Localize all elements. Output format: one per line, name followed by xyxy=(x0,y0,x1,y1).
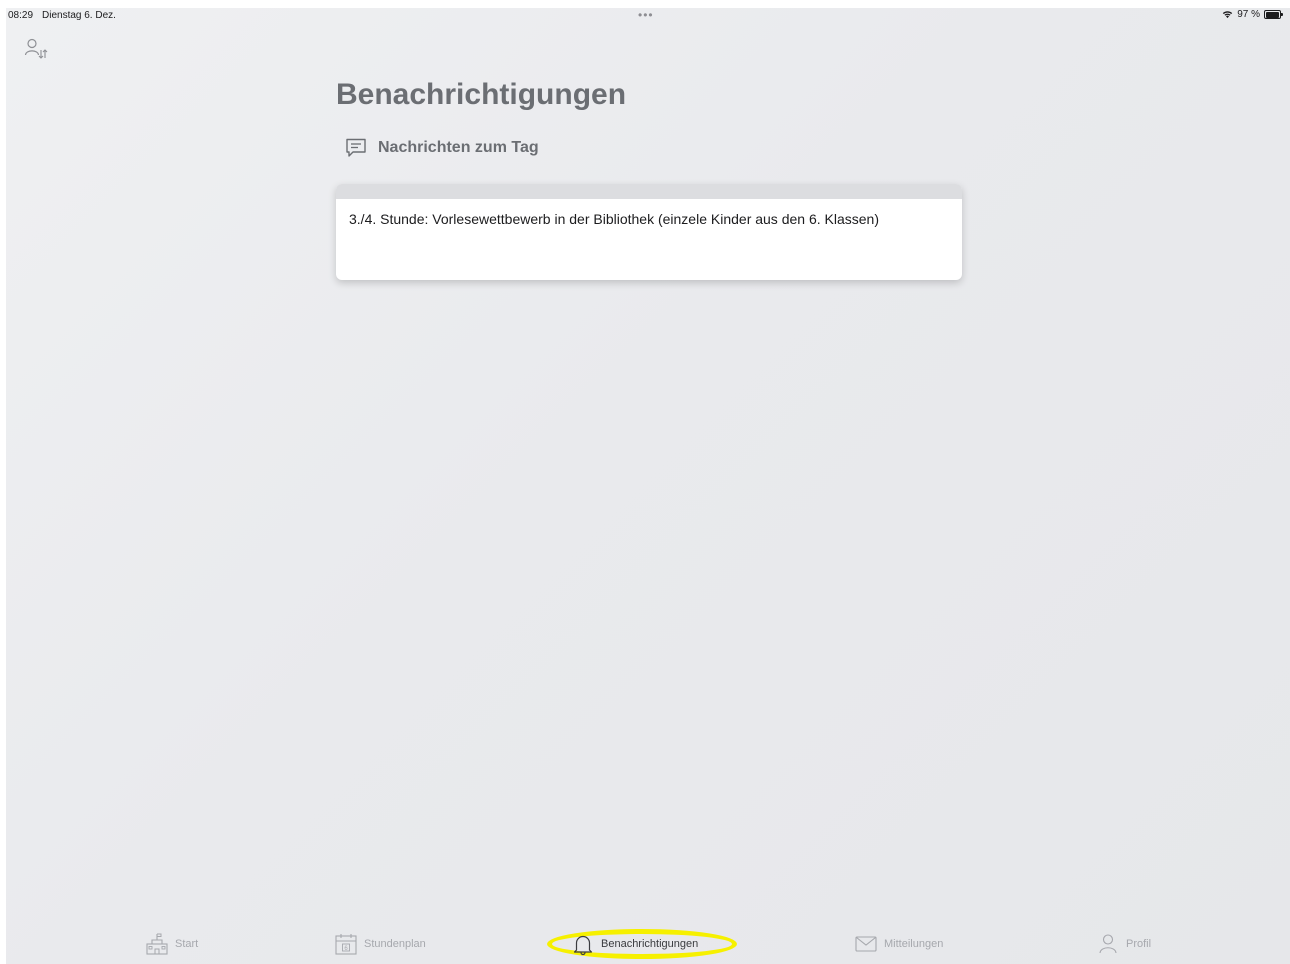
wifi-icon xyxy=(1223,11,1233,19)
app-screen: 08:29 Dienstag 6. Dez. ••• 97 % Benachri… xyxy=(6,8,1290,964)
tab-benachrichtigungen[interactable]: Benachrichtigungen xyxy=(571,924,698,964)
status-right: 97 % xyxy=(1222,9,1284,20)
calendar-icon: 6 xyxy=(335,934,357,955)
tab-label-stundenplan: Stundenplan xyxy=(364,938,426,950)
status-date: Dienstag 6. Dez. xyxy=(42,10,116,21)
status-bar: 08:29 Dienstag 6. Dez. ••• 97 % xyxy=(6,8,1290,28)
tab-label-start: Start xyxy=(175,938,199,950)
tab-start[interactable]: Start xyxy=(145,924,198,964)
multitask-dots[interactable]: ••• xyxy=(638,8,654,22)
tab-bar: Start 6 Stundenplan Benachrichtigungen M… xyxy=(6,924,1290,964)
tab-mitteilungen[interactable]: Mitteilungen xyxy=(854,924,943,964)
school-icon xyxy=(146,933,168,955)
battery-percent: 97 % xyxy=(1237,9,1260,20)
tab-stundenplan[interactable]: 6 Stundenplan xyxy=(334,924,426,964)
envelope-icon xyxy=(855,936,877,952)
tab-label-mitteilungen: Mitteilungen xyxy=(884,938,944,950)
section-title: Nachrichten zum Tag xyxy=(378,139,539,156)
tab-label-benachrichtigungen: Benachrichtigungen xyxy=(601,938,699,950)
battery-icon xyxy=(1264,10,1284,19)
message-icon xyxy=(346,138,366,157)
status-time: 08:29 xyxy=(8,10,34,21)
card-header xyxy=(336,184,962,199)
notification-text: 3./4. Stunde: Vorlesewettbewerb in der B… xyxy=(349,211,879,227)
tab-label-profil: Profil xyxy=(1126,938,1152,950)
notification-card: 3./4. Stunde: Vorlesewettbewerb in der B… xyxy=(336,184,962,280)
tab-profil[interactable]: Profil xyxy=(1096,924,1151,964)
section-header: Nachrichten zum Tag xyxy=(344,136,539,160)
page-title: Benachrichtigungen xyxy=(336,78,627,111)
bell-icon xyxy=(573,935,593,956)
switch-user-icon[interactable] xyxy=(24,38,50,64)
person-icon xyxy=(1099,934,1117,954)
